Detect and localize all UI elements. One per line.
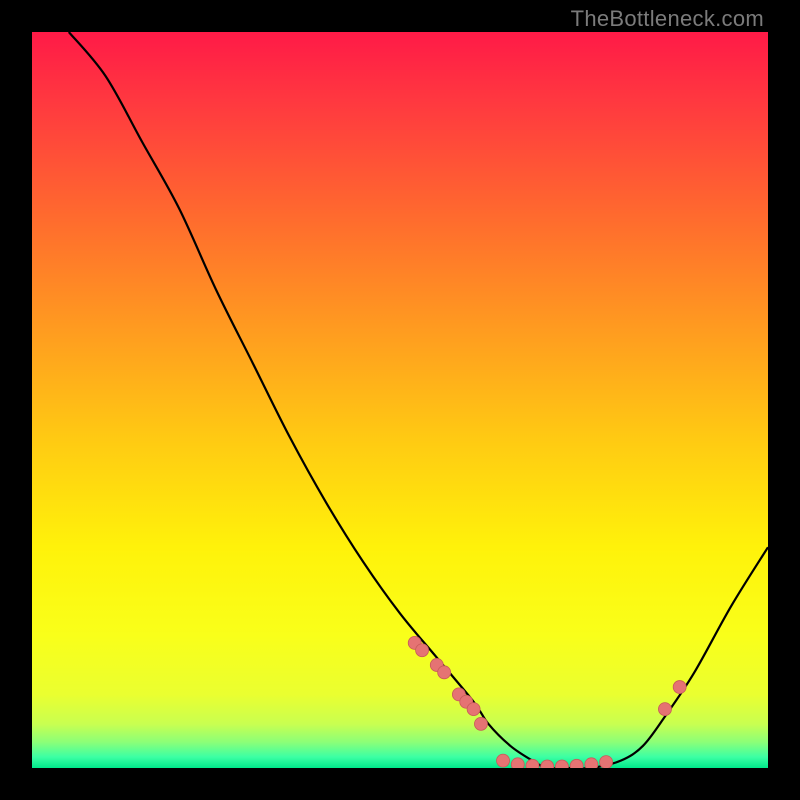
chart-marker (467, 703, 480, 716)
chart-marker (438, 666, 451, 679)
chart-marker (497, 754, 510, 767)
chart-marker (474, 717, 487, 730)
chart-svg (32, 32, 768, 768)
chart-marker (600, 756, 613, 768)
watermark-text: TheBottleneck.com (571, 6, 764, 32)
chart-plot-area (32, 32, 768, 768)
chart-marker (673, 681, 686, 694)
chart-marker (658, 703, 671, 716)
chart-marker (511, 758, 524, 768)
chart-marker (585, 758, 598, 768)
chart-marker (416, 644, 429, 657)
